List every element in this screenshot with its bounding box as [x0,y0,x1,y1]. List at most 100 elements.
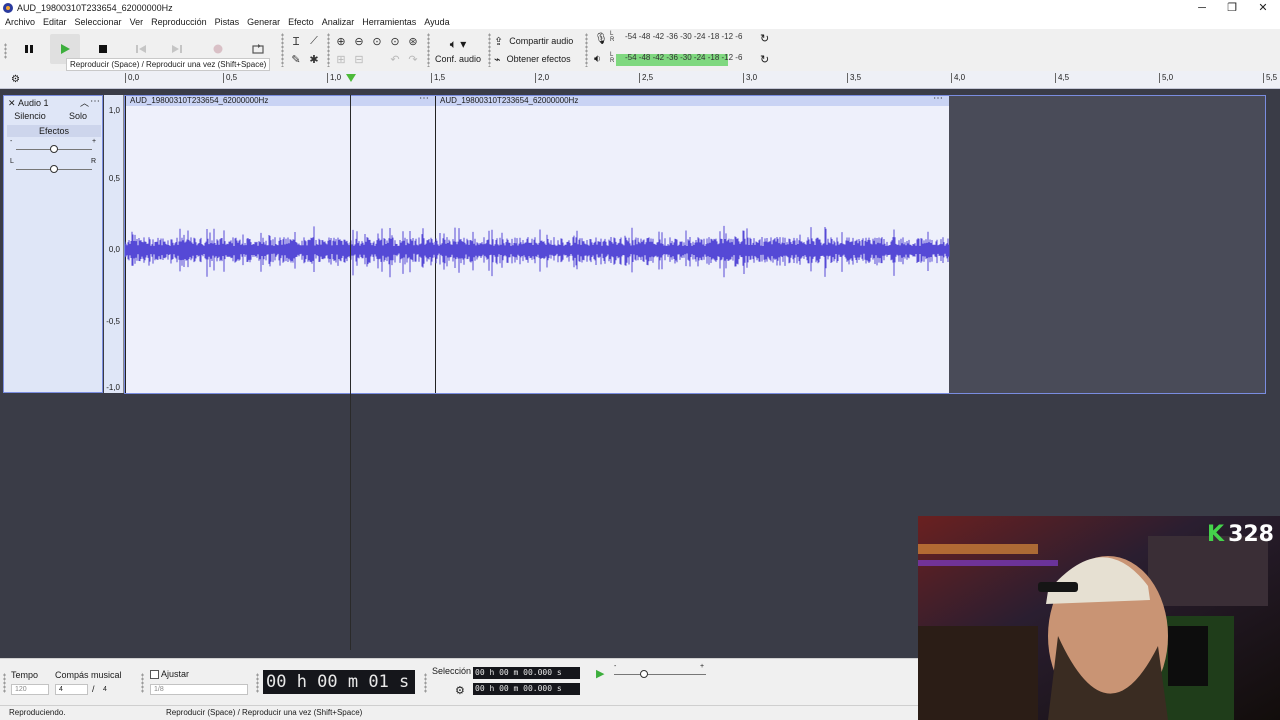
tempo-input[interactable]: 120 [11,684,49,695]
amplitude-label: -1,0 [106,383,120,392]
zoom-in-button[interactable]: ⊕ [333,33,349,49]
audio-setup-label: Conf. audio [434,53,482,64]
stop-icon [99,45,107,53]
record-meter[interactable]: L R -54 -48 -42 -36 -30 -24 -18 -12 -6 [597,31,762,45]
undo-icon: ↶ [390,53,400,66]
close-track-button[interactable]: ✕ [8,98,16,109]
get-effects-label: Obtener efectos [506,54,571,64]
gain-slider-knob[interactable] [50,145,58,153]
ruler-tick: 5,0 [1159,73,1173,83]
playback-meter-scale: -54 -48 -42 -36 -30 -24 -18 -12 -6 [625,53,743,62]
time-signature-denominator[interactable]: 4 [99,684,129,695]
mute-button[interactable]: Silencio [7,110,53,122]
collapse-track-button[interactable]: ︿ [80,96,89,109]
clip-menu-button[interactable]: ⋯ [933,94,943,104]
menu-ver[interactable]: Ver [130,17,144,27]
menu-seleccionar[interactable]: Seleccionar [75,17,122,27]
status-hint: Reproducir (Space) / Reproducir una vez … [166,708,363,717]
follower-badge: K 328 [1207,522,1274,547]
window-title: AUD_19800310T233654_62000000Hz [17,2,173,13]
envelope-tool-button[interactable]: ⟋ [306,33,322,49]
share-audio-button[interactable]: ⇪ Compartir audio [494,33,573,49]
draw-tool-button[interactable]: ✎ [288,51,304,67]
audio-setup-grip[interactable] [427,33,430,67]
track-menu-button[interactable]: ⋯ [90,96,100,107]
selection-grip[interactable] [424,673,427,693]
selection-tool-button[interactable]: Ɪ [288,33,304,49]
webcam-overlay: K 328 [918,516,1280,720]
playback-speed-knob[interactable] [640,670,648,678]
playback-meter[interactable]: L R -54 -48 -42 -36 -30 -24 -18 -12 -6 [597,52,762,66]
fit-project-button[interactable]: ⊙ [387,33,403,49]
menu-herramientas[interactable]: Herramientas [362,17,416,27]
badge-letter: K [1207,522,1225,547]
clip-header[interactable]: AUD_19800310T233654_62000000Hz ⋯ [126,94,435,106]
menu-efecto[interactable]: Efecto [288,17,314,27]
fit-selection-button[interactable]: ⊙ [369,33,385,49]
silence-icon: ⊟ [354,53,364,66]
snap-checkbox[interactable] [150,670,159,679]
menu-pistas[interactable]: Pistas [215,17,240,27]
time-signature-label: Compás musical [55,670,122,680]
record-meter-reset-icon[interactable]: ↻ [760,32,769,45]
effects-button[interactable]: Efectos [7,125,101,137]
pan-slider-knob[interactable] [50,165,58,173]
timeline-ruler[interactable]: ⚙ 0,0 0,5 1,0 1,5 2,0 2,5 3,0 3,5 4,0 4,… [0,71,1280,89]
solo-button[interactable]: Solo [55,110,101,122]
menu-ayuda[interactable]: Ayuda [424,17,449,27]
undo-button[interactable]: ↶ [387,51,403,67]
playhead-marker[interactable] [346,74,356,82]
time-grip[interactable] [256,673,259,693]
track-name[interactable]: Audio 1 [18,98,49,108]
ruler-tick: 3,5 [847,73,861,83]
zoom-toggle-button[interactable]: ⊛ [405,33,421,49]
selection-settings-icon[interactable]: ⚙ [455,684,465,697]
fit-selection-icon: ⊙ [372,35,382,48]
meter-grip[interactable] [585,33,588,67]
ruler-settings-icon[interactable]: ⚙ [11,74,20,85]
amplitude-ruler[interactable]: 1,0 0,5 0,0 -0,5 -1,0 [104,95,124,393]
close-window-button[interactable]: ✕ [1247,0,1279,15]
playback-cursor-line [350,95,351,650]
audio-clip-2[interactable]: AUD_19800310T233654_62000000Hz ⋯ [435,94,949,393]
playback-meter-reset-icon[interactable]: ↻ [760,53,769,66]
selection-end-time[interactable]: 00 h 00 m 00.000 s [473,683,580,695]
edit-grip[interactable] [327,33,330,67]
time-signature-numerator[interactable]: 4 [55,684,88,695]
menu-generar[interactable]: Generar [247,17,280,27]
clip-header[interactable]: AUD_19800310T233654_62000000Hz ⋯ [436,94,949,106]
menu-analizar[interactable]: Analizar [322,17,355,27]
get-effects-button[interactable]: ⌁ Obtener efectos [494,51,571,67]
zoom-out-button[interactable]: ⊖ [351,33,367,49]
pause-button[interactable] [14,34,44,64]
share-grip[interactable] [488,33,491,67]
selection-start-time[interactable]: 00 h 00 m 00.000 s [473,667,580,679]
tools-grip[interactable] [281,33,284,67]
minimize-button[interactable]: ─ [1186,0,1218,15]
envelope-icon: ⟋ [310,34,318,47]
menu-reproduccion[interactable]: Reproducción [151,17,207,27]
menu-editar[interactable]: Editar [43,17,67,27]
menu-archivo[interactable]: Archivo [5,17,35,27]
maximize-button[interactable]: ❐ [1216,0,1248,15]
snap-grip[interactable] [141,673,144,693]
time-display[interactable]: 00 h 00 m 01 s [263,670,415,694]
bottom-grip[interactable] [3,673,6,693]
redo-button[interactable]: ↷ [405,51,421,67]
silence-button[interactable]: ⊟ [351,51,367,67]
clip-menu-button[interactable]: ⋯ [419,94,429,104]
audio-clip-1[interactable]: AUD_19800310T233654_62000000Hz ⋯ [125,94,435,393]
time-signature-separator: / [92,684,95,694]
playback-speed-slider[interactable] [614,674,706,675]
skip-end-icon [172,45,182,53]
track-control-panel[interactable]: ✕ Audio 1 ︿ ⋯ Silencio Solo Efectos - + … [3,95,103,393]
audio-setup-button[interactable]: 🔈︎ ▾ Conf. audio [434,32,482,68]
skip-start-icon [136,45,146,53]
loop-icon [252,44,264,54]
play-at-speed-icon[interactable]: ▶ [596,667,604,680]
toolbar-grip[interactable] [4,43,7,59]
trim-button[interactable]: ⊞ [333,51,349,67]
snap-select[interactable]: 1/8 [150,684,248,695]
multi-tool-button[interactable]: ✱ [306,51,322,67]
speed-minus-label: - [614,663,617,670]
